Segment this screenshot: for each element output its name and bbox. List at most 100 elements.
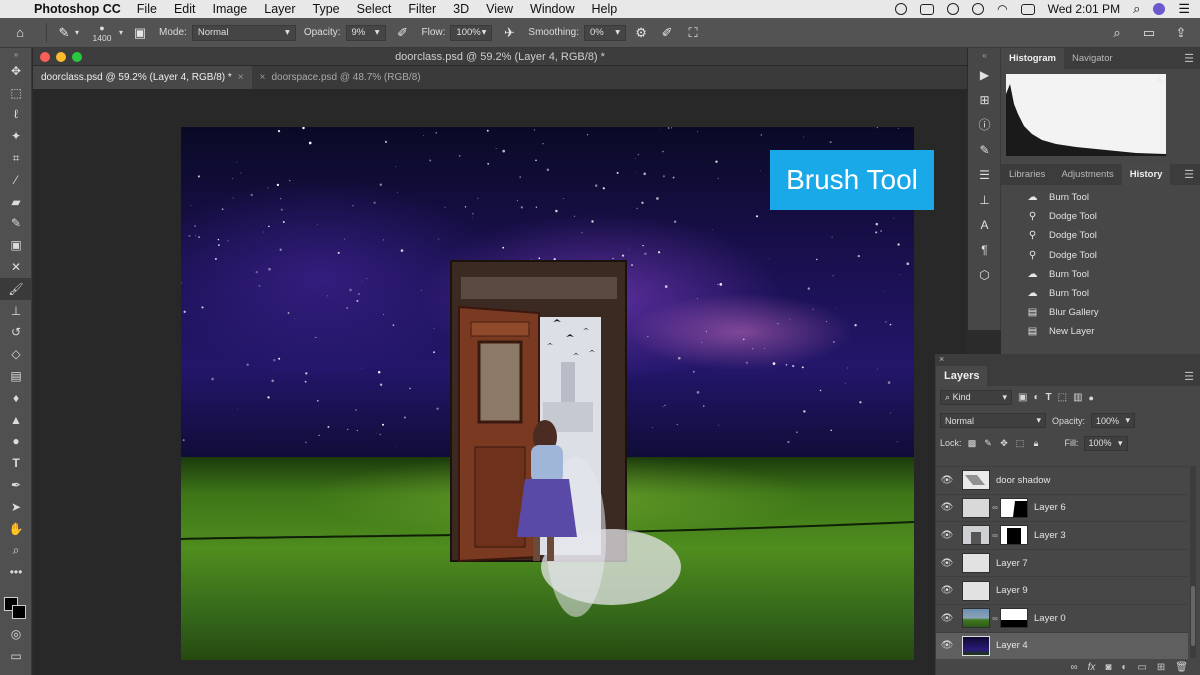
panel-menu-icon[interactable]: ☰	[1184, 370, 1194, 383]
filter-shape-icon[interactable]: ⬚	[1058, 392, 1067, 403]
chevron-down-icon[interactable]: ▾	[119, 28, 123, 37]
lock-all-icon[interactable]: 🔒︎	[1031, 438, 1042, 449]
layer-filter-select[interactable]: ⌕ Kind ▾	[940, 390, 1012, 405]
history-item[interactable]: ⚲ Dodge Tool	[1001, 207, 1200, 226]
quick-mask-icon[interactable]: ◎	[0, 623, 32, 645]
battery-icon[interactable]	[1020, 3, 1035, 15]
toolbox-collapse-icon[interactable]: »	[0, 48, 32, 60]
pressure-size-icon[interactable]: ✐	[656, 22, 678, 44]
eye-icon[interactable]: 👁︎	[936, 640, 958, 651]
zoom-window-button[interactable]	[72, 52, 82, 62]
menu-select[interactable]: Select	[357, 2, 392, 16]
filter-type-icon[interactable]: T	[1046, 392, 1052, 403]
pencil-tool-icon[interactable]: ✎	[0, 213, 32, 235]
scrollbar-thumb[interactable]	[1191, 586, 1195, 646]
eye-icon[interactable]: 👁︎	[936, 502, 958, 513]
workspace-icon[interactable]: ▭	[1138, 22, 1160, 44]
layer-mask-thumbnail[interactable]	[1000, 525, 1028, 546]
brush-tool-icon[interactable]: 🖌	[0, 277, 32, 300]
symmetry-icon[interactable]: ⛶	[682, 22, 704, 44]
dodge-tool-icon[interactable]: ▲	[0, 409, 32, 431]
lock-artboard-icon[interactable]: ⬚	[1015, 438, 1026, 449]
history-item[interactable]: ▤ New Layer	[1001, 322, 1200, 341]
eye-icon[interactable]: 👁︎	[936, 530, 958, 541]
creative-cloud-icon[interactable]	[947, 3, 960, 15]
more-tools-icon[interactable]: •••	[0, 561, 32, 583]
warning-icon[interactable]: ▲	[1154, 73, 1165, 85]
screen-mode-icon[interactable]: ▭	[0, 645, 32, 667]
move-tool-icon[interactable]: ✥	[0, 60, 32, 82]
tab-libraries[interactable]: Libraries	[1001, 164, 1053, 185]
layer-row[interactable]: 👁︎ ∞ Layer 3	[936, 521, 1188, 549]
menu-help[interactable]: Help	[592, 2, 618, 16]
spotlight-search-icon[interactable]: ⌕	[1133, 1, 1140, 17]
panel-menu-icon[interactable]: ☰	[1184, 168, 1194, 181]
filter-smart-object-icon[interactable]: ▥	[1073, 392, 1082, 403]
history-item[interactable]: ⚲ Dodge Tool	[1001, 226, 1200, 245]
layer-row[interactable]: 👁︎ door shadow	[936, 466, 1188, 494]
3d-icon[interactable]: ⬡	[968, 262, 1001, 287]
history-brush-tool-icon[interactable]: ↺	[0, 322, 32, 344]
eye-icon[interactable]: 👁︎	[936, 558, 958, 569]
burn-tool-icon[interactable]: ●	[0, 431, 32, 453]
app-menu[interactable]: Photoshop CC	[34, 2, 121, 16]
screen-icon[interactable]	[920, 3, 935, 15]
clone-source-icon[interactable]: ⊥	[968, 187, 1001, 212]
menu-view[interactable]: View	[486, 2, 513, 16]
brush-preset-icon[interactable]: ✎	[53, 22, 75, 44]
eye-icon[interactable]: 👁︎	[936, 475, 958, 486]
tab-navigator[interactable]: Navigator	[1064, 48, 1121, 69]
history-item[interactable]: ⚲ Dodge Tool	[1001, 246, 1200, 265]
minimize-window-button[interactable]	[56, 52, 66, 62]
mode-select[interactable]: Normal ▾	[191, 24, 296, 41]
add-mask-icon[interactable]: ◙	[1105, 662, 1111, 673]
path-selection-tool-icon[interactable]: ➤	[0, 496, 32, 518]
background-color-swatch[interactable]	[12, 605, 26, 620]
info-icon[interactable]: ⓘ	[968, 112, 1001, 137]
flow-field[interactable]: 100% ▾	[450, 24, 493, 41]
wifi-icon[interactable]: ◠	[997, 2, 1007, 16]
opacity-field[interactable]: 9% ▾	[345, 24, 386, 41]
panel-menu-icon[interactable]: ☰	[1184, 52, 1194, 65]
properties-icon[interactable]: ⊞	[968, 87, 1001, 112]
layer-row-selected[interactable]: 👁︎ Layer 4	[936, 631, 1188, 660]
lasso-tool-icon[interactable]: ℓ	[0, 104, 32, 126]
canvas-area[interactable]: Brush Tool	[33, 89, 967, 675]
menu-3d[interactable]: 3D	[453, 2, 469, 16]
gradient-tool-icon[interactable]: ▤	[0, 365, 32, 387]
notification-center-icon[interactable]: ☰	[1178, 1, 1190, 17]
trash-icon[interactable]: 🗑︎	[1175, 662, 1188, 673]
tab-histogram[interactable]: Histogram	[1001, 48, 1064, 69]
hand-tool-icon[interactable]: ✋	[0, 518, 32, 540]
menu-layer[interactable]: Layer	[264, 2, 295, 16]
type-tool-icon[interactable]: T	[0, 452, 32, 474]
tab-doorclass[interactable]: doorclass.psd @ 59.2% (Layer 4, RGB/8) *…	[33, 66, 252, 89]
filter-pixel-icon[interactable]: ▣	[1018, 392, 1027, 403]
magic-wand-tool-icon[interactable]: ✦	[0, 125, 32, 147]
lock-pixels-icon[interactable]: ✎	[983, 438, 994, 449]
close-icon[interactable]: ×	[238, 72, 244, 83]
brushes-icon[interactable]: ✎	[968, 137, 1001, 162]
link-icon[interactable]: ∞	[990, 503, 1000, 512]
close-window-button[interactable]	[40, 52, 50, 62]
layer-row[interactable]: 👁︎ Layer 7	[936, 548, 1188, 577]
new-layer-icon[interactable]: ⊞	[1157, 662, 1165, 673]
search-icon[interactable]: ⌕	[1106, 22, 1128, 44]
menu-image[interactable]: Image	[213, 2, 248, 16]
brush-size-picker[interactable]: ● 1400	[85, 23, 119, 43]
record-icon[interactable]	[895, 3, 908, 15]
pen-tool-icon[interactable]: ✒	[0, 474, 32, 496]
healing-brush-tool-icon[interactable]: ▰	[0, 191, 32, 213]
clock-text[interactable]: Wed 2:01 PM	[1048, 2, 1120, 16]
gear-icon[interactable]: ⚙	[630, 22, 652, 44]
airbrush-icon[interactable]: ✈	[498, 22, 520, 44]
layer-row[interactable]: 👁︎ ∞ Layer 0	[936, 603, 1188, 632]
layer-style-icon[interactable]: fx	[1088, 662, 1096, 673]
menu-file[interactable]: File	[137, 2, 157, 16]
layer-opacity-field[interactable]: 100% ▾	[1091, 413, 1136, 428]
tab-layers[interactable]: Layers	[936, 365, 988, 387]
brush-settings-icon[interactable]: ▣	[129, 22, 151, 44]
layer-row[interactable]: 👁︎ ∞ Layer 6	[936, 493, 1188, 522]
tab-adjustments[interactable]: Adjustments	[1053, 164, 1121, 185]
link-icon[interactable]: ∞	[990, 531, 1000, 540]
